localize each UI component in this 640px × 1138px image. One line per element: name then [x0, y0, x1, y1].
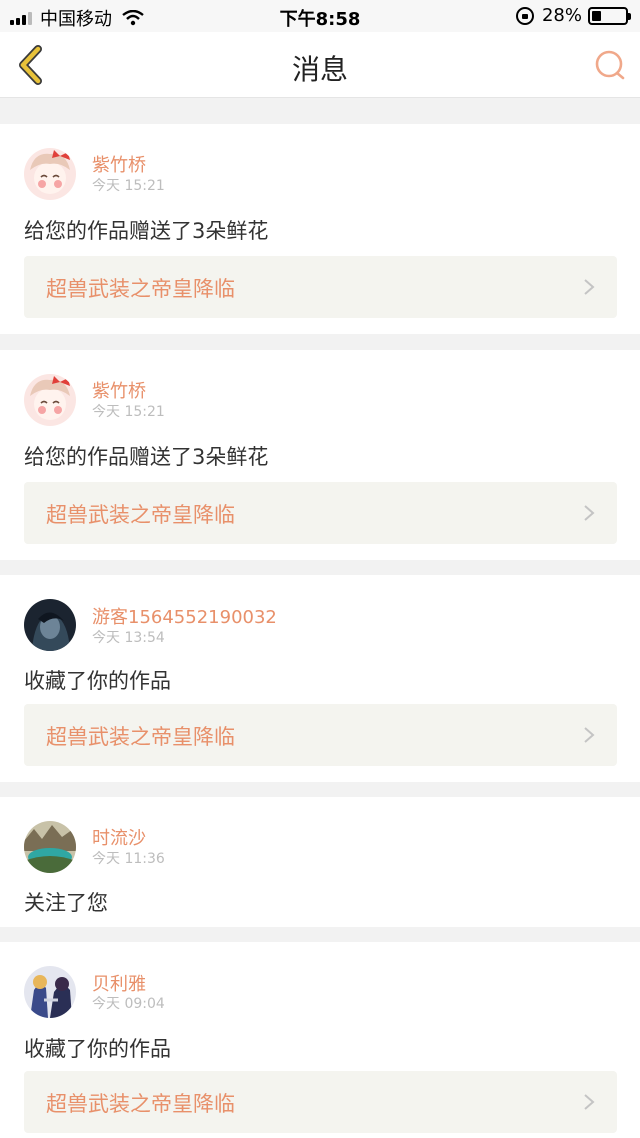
- avatar[interactable]: [24, 821, 76, 873]
- timestamp: 今天 11:36: [92, 851, 165, 867]
- avatar-image: [24, 966, 76, 1018]
- chevron-right-icon: [584, 727, 595, 743]
- work-title: 超兽武装之帝皇降临: [46, 503, 235, 527]
- timestamp: 今天 15:21: [92, 178, 165, 194]
- rotation-lock-icon: [515, 6, 534, 25]
- avatar-image: [24, 599, 76, 651]
- username[interactable]: 紫竹桥: [92, 151, 146, 177]
- message-text: 收藏了你的作品: [24, 669, 171, 693]
- message-text: 给您的作品赠送了3朵鲜花: [24, 219, 269, 243]
- status-right: 28%: [515, 5, 631, 26]
- work-link[interactable]: 超兽武装之帝皇降临: [24, 482, 617, 544]
- status-bar: 中国移动 下午8:58 28%: [0, 0, 640, 32]
- message-text: 关注了您: [24, 891, 108, 915]
- avatar-image: [24, 374, 76, 426]
- message-card: 游客1564552190032 今天 13:54 收藏了你的作品 超兽武装之帝皇…: [0, 575, 640, 782]
- username[interactable]: 游客1564552190032: [92, 603, 277, 629]
- chevron-right-icon: [584, 505, 595, 521]
- avatar[interactable]: [24, 599, 76, 651]
- avatar[interactable]: [24, 374, 76, 426]
- chevron-right-icon: [584, 279, 595, 295]
- work-link[interactable]: 超兽武装之帝皇降临: [24, 1071, 617, 1133]
- message-card: 紫竹桥 今天 15:21 给您的作品赠送了3朵鲜花 超兽武装之帝皇降临: [0, 124, 640, 334]
- message-card: 贝利雅 今天 09:04 收藏了你的作品 超兽武装之帝皇降临: [0, 942, 640, 1138]
- battery-percent: 28%: [541, 5, 582, 26]
- username[interactable]: 紫竹桥: [92, 377, 146, 403]
- chevron-right-icon: [584, 1094, 595, 1110]
- message-text: 收藏了你的作品: [24, 1037, 171, 1061]
- avatar[interactable]: [24, 148, 76, 200]
- nav-bar: 消息: [0, 32, 640, 98]
- message-text: 给您的作品赠送了3朵鲜花: [24, 445, 269, 469]
- work-title: 超兽武装之帝皇降临: [46, 725, 235, 749]
- battery-icon: [588, 6, 631, 25]
- avatar-image: [24, 821, 76, 873]
- work-title: 超兽武装之帝皇降临: [46, 1092, 235, 1116]
- timestamp: 今天 13:54: [92, 630, 165, 646]
- search-icon[interactable]: [594, 49, 626, 81]
- message-card: 时流沙 今天 11:36 关注了您: [0, 797, 640, 927]
- avatar-image: [24, 148, 76, 200]
- username[interactable]: 时流沙: [92, 824, 146, 850]
- timestamp: 今天 15:21: [92, 404, 165, 420]
- work-link[interactable]: 超兽武装之帝皇降临: [24, 704, 617, 766]
- work-title: 超兽武装之帝皇降临: [46, 277, 235, 301]
- work-link[interactable]: 超兽武装之帝皇降临: [24, 256, 617, 318]
- page-title: 消息: [291, 53, 348, 86]
- timestamp: 今天 09:04: [92, 996, 165, 1012]
- avatar[interactable]: [24, 966, 76, 1018]
- message-card: 紫竹桥 今天 15:21 给您的作品赠送了3朵鲜花 超兽武装之帝皇降临: [0, 350, 640, 560]
